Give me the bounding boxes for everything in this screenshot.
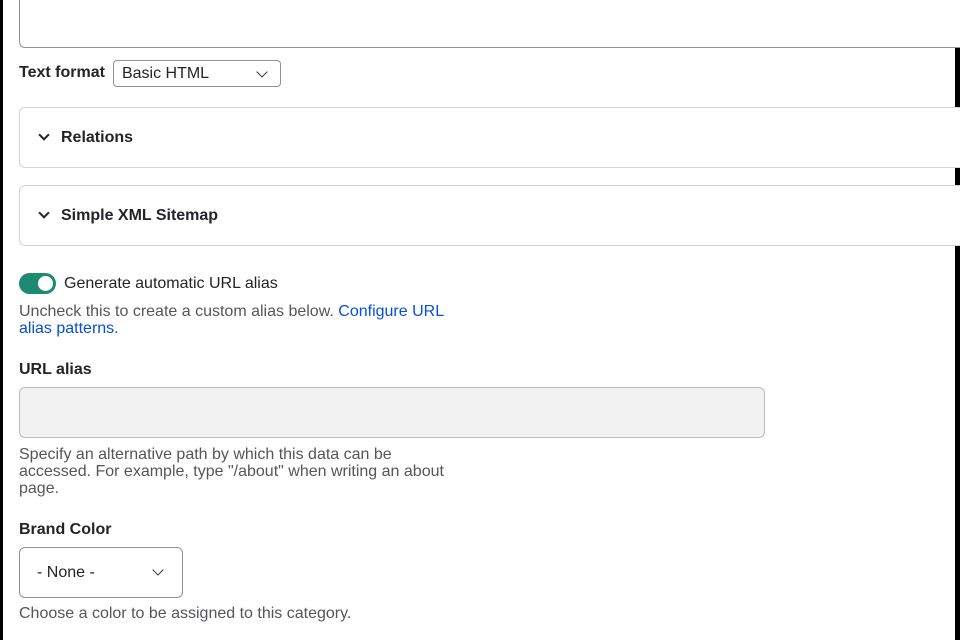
chevron-down-icon (37, 128, 51, 145)
url-alias-toggle-row: Generate automatic URL alias (19, 273, 278, 294)
chevron-down-icon (152, 564, 164, 576)
url-alias-label: URL alias (19, 361, 92, 378)
url-alias-desc-line-1: Specify an alternative path by which thi… (19, 446, 392, 463)
chevron-down-icon (256, 65, 268, 78)
sitemap-details[interactable]: Simple XML Sitemap (19, 185, 960, 246)
brand-color-select[interactable]: - None - (19, 547, 183, 598)
text-format-selected: Basic HTML (121, 64, 210, 82)
url-alias-desc-line-2: accessed. For example, type "/about" whe… (19, 463, 444, 480)
relations-summary: Relations (61, 128, 134, 146)
brand-color-description: Choose a color to be assigned to this ca… (19, 605, 352, 622)
chevron-down-icon (37, 206, 51, 223)
url-alias-desc-line-3: page. (19, 480, 60, 497)
window-frame-left (0, 0, 3, 640)
text-format-label: Text format (19, 64, 105, 81)
url-alias-description: Specify an alternative path by which thi… (19, 446, 444, 497)
configure-url-alias-link-cont[interactable]: alias patterns. (19, 320, 119, 337)
window-frame-right (955, 0, 960, 640)
generate-url-alias-label: Generate automatic URL alias (64, 274, 278, 292)
toggle-knob (38, 276, 53, 291)
description-textarea[interactable] (19, 0, 960, 48)
brand-color-label: Brand Color (19, 521, 112, 538)
url-alias-help: Uncheck this to create a custom alias be… (19, 303, 444, 337)
text-format-select[interactable]: Basic HTML (112, 59, 281, 87)
configure-url-alias-link[interactable]: Configure URL (338, 303, 444, 320)
brand-color-selected: - None - (37, 564, 95, 581)
text-format-row: Text format Basic HTML (19, 59, 281, 87)
url-alias-input[interactable] (19, 387, 765, 438)
url-alias-help-text: Uncheck this to create a custom alias be… (19, 303, 334, 320)
relations-details[interactable]: Relations (19, 107, 960, 168)
sitemap-summary: Simple XML Sitemap (61, 206, 219, 224)
generate-url-alias-toggle[interactable] (19, 273, 56, 294)
